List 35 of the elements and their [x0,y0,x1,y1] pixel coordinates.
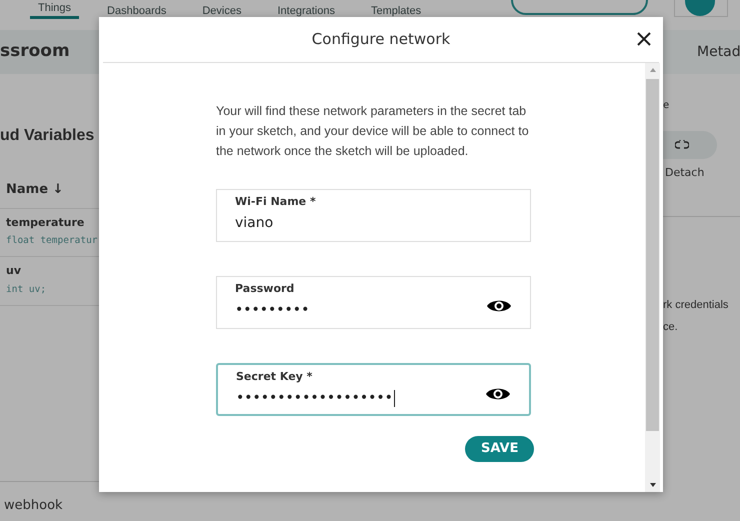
broken-link-icon [675,140,689,150]
scrollbar[interactable] [645,63,660,492]
close-button[interactable] [635,30,653,48]
input-value: ••••••••••••••••••• [236,389,393,407]
text-cursor [394,390,395,406]
description-text: rk credentials [663,298,730,312]
nav-tab[interactable]: Integrations [269,5,343,19]
nav-tab[interactable]: Things [30,2,80,19]
intro-text: Your will find these network parameters in the secret tab in your sketch, and your device will be able to connect to the network once the sketch will be uploaded. [216,103,530,160]
detach-label: Detach [664,165,706,181]
variable-name: temperature [6,214,86,230]
variable-name: uv [6,263,22,280]
metadata-tab[interactable]: Metad [663,30,740,74]
nav-tab[interactable]: Templates [362,5,430,19]
section-heading: ud Variables [0,126,96,146]
field-label: e [663,99,670,113]
column-label: Name [6,182,50,197]
dialog-title: Configure network [312,29,450,50]
input-value: viano [235,214,274,232]
input-value: ••••••••• [235,301,310,319]
input-field[interactable]: Password ••••••••• [216,276,531,329]
detach-button[interactable] [663,131,717,159]
field-label: Secret Key * [236,370,314,384]
field-label: Password [235,282,296,296]
sort-icon: ↓ [52,182,64,197]
input-field[interactable]: Secret Key * ••••••••••••••••••• [216,363,531,416]
field-label: Wi-Fi Name * [235,195,317,209]
variable-declaration: float temperatur [6,234,99,248]
nav-tab[interactable]: Dashboards [99,5,174,19]
thing-title: ssroom [0,40,70,64]
save-button[interactable]: SAVE [465,436,534,462]
input-field[interactable]: Wi-Fi Name * viano [216,189,531,242]
description-text: ce. [663,320,679,335]
nav-tab[interactable]: Devices [194,5,250,19]
variable-declaration: int uv; [6,282,48,297]
